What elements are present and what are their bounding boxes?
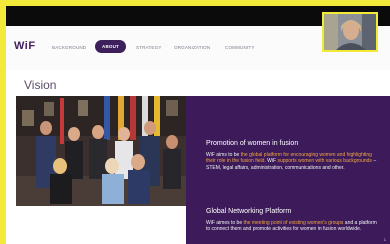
- promotion-text: WiF aims to be the global platform for e…: [206, 152, 377, 171]
- networking-text: WiF aimes to be the meeting point of exi…: [206, 220, 377, 233]
- vision-text-panel: Promotion of women in fusion WiF aims to…: [186, 96, 390, 244]
- networking-heading: Global Networking Platform: [206, 208, 292, 215]
- slide: WiF BACKGROUND ABOUT STRATEGY ORGANIZATI…: [6, 26, 390, 244]
- page-title: Vision: [24, 78, 57, 92]
- nav-item-strategy[interactable]: STRATEGY: [136, 45, 162, 50]
- webcam-video-feed[interactable]: [322, 12, 378, 52]
- nav-item-background[interactable]: BACKGROUND: [52, 45, 86, 50]
- page-number: 1: [383, 237, 386, 242]
- group-photo: [16, 96, 192, 206]
- nav-item-about[interactable]: ABOUT: [95, 40, 126, 53]
- promotion-heading: Promotion of women in fusion: [206, 140, 299, 147]
- nav-item-organization[interactable]: ORGANIZATION: [174, 45, 210, 50]
- nav-item-community[interactable]: COMMUNITY: [225, 45, 255, 50]
- wif-logo[interactable]: WiF: [14, 40, 36, 52]
